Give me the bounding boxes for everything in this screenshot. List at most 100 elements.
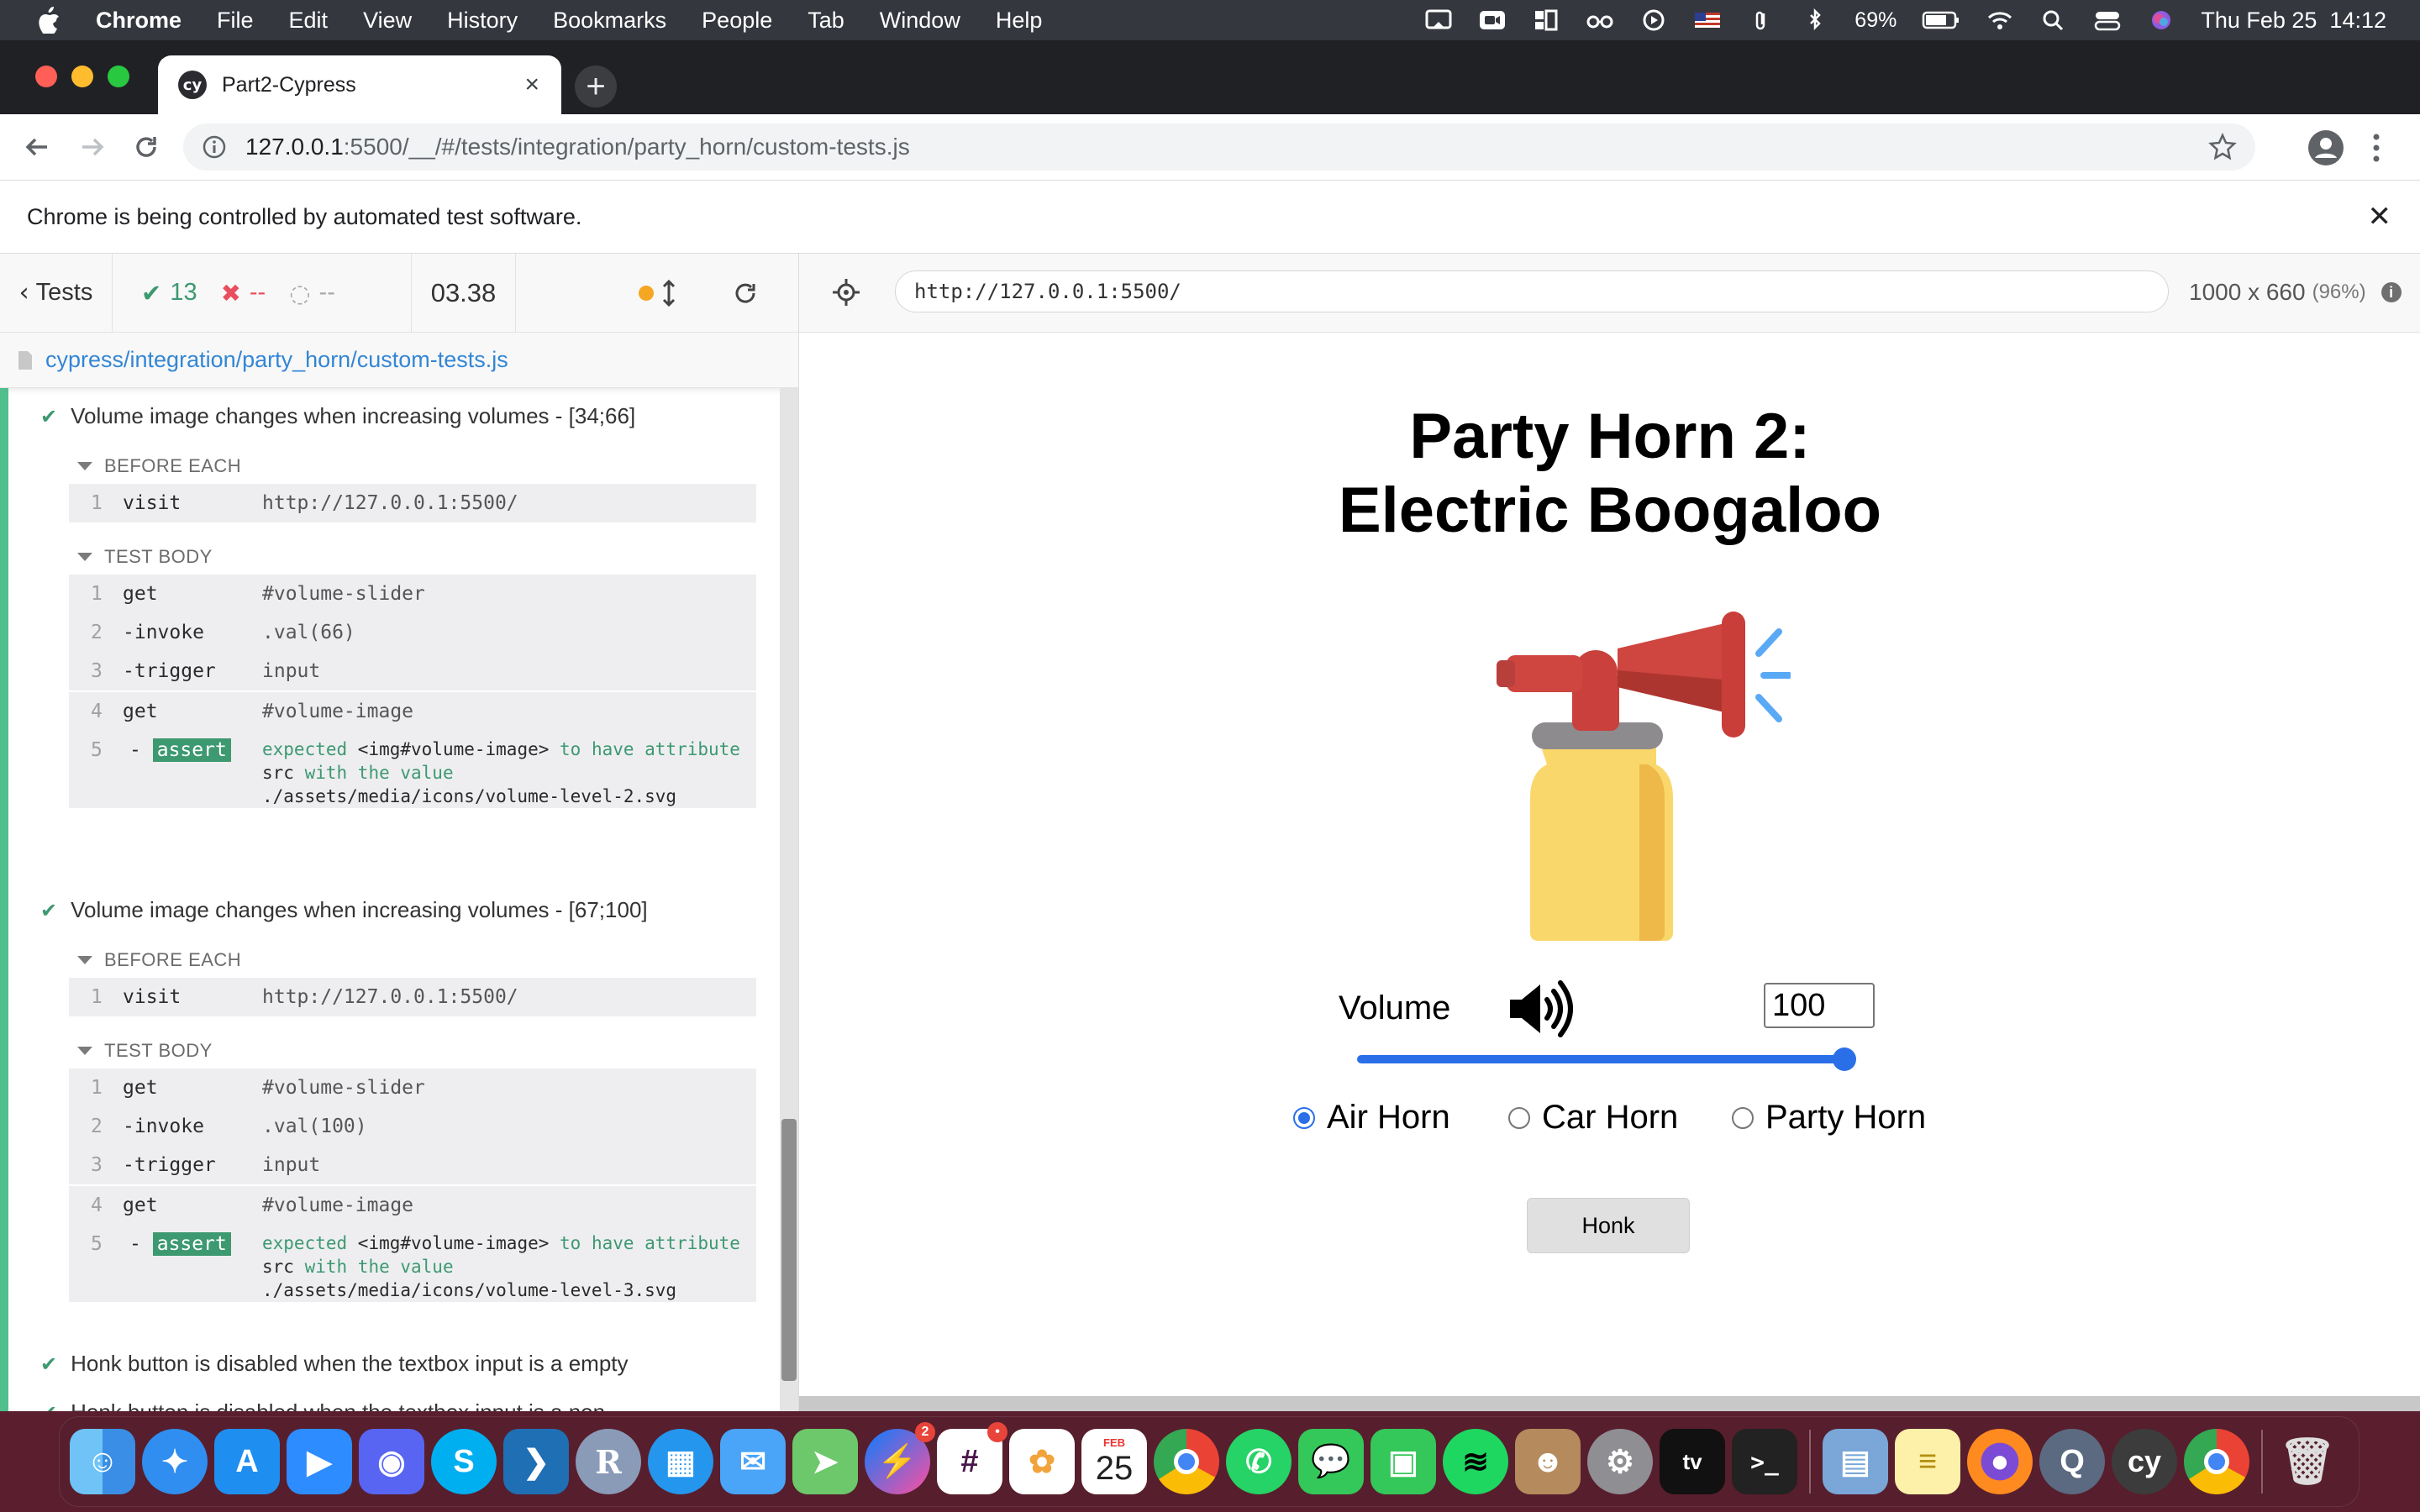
menu-history[interactable]: History	[447, 8, 518, 34]
menu-window[interactable]: Window	[880, 8, 960, 34]
hook-before-each-1[interactable]: BEFORE EACH	[77, 455, 241, 477]
viewport-info[interactable]: 1000 x 660 (96%) i	[2189, 279, 2402, 306]
test-title-3[interactable]: ✔ Honk button is disabled when the textbo…	[40, 1351, 629, 1377]
volume-slider-thumb[interactable]	[1833, 1047, 1856, 1071]
command-row[interactable]: 1 visit http://127.0.0.1:5500/	[69, 484, 756, 522]
trash-icon[interactable]: 🗑	[2275, 1429, 2340, 1494]
zoom-app-icon[interactable]: ▶	[287, 1429, 352, 1494]
system-preferences-icon[interactable]: ⚙	[1587, 1429, 1653, 1494]
docker-icon[interactable]: ▦	[648, 1429, 713, 1494]
slack-icon[interactable]: # •	[937, 1422, 1007, 1494]
paperclip-icon[interactable]	[1747, 8, 1776, 32]
zoom-icon[interactable]	[1478, 8, 1507, 32]
menu-view[interactable]: View	[363, 8, 412, 34]
whatsapp-icon[interactable]: ✆	[1226, 1429, 1292, 1494]
apple-tv-icon[interactable]: tv	[1660, 1429, 1725, 1494]
command-row[interactable]: 3 -trigger input	[69, 1146, 756, 1184]
us-flag-icon[interactable]	[1693, 8, 1722, 32]
volume-slider[interactable]	[1357, 1047, 1856, 1072]
messenger-icon[interactable]: ⚡ 2	[865, 1422, 935, 1494]
spotlight-search-icon[interactable]	[2039, 8, 2068, 32]
apple-menu-icon[interactable]	[37, 7, 60, 34]
browser-tab-active[interactable]: cy Part2-Cypress ×	[158, 55, 561, 114]
test-title-2[interactable]: ✔ Volume image changes when increasing vo…	[40, 897, 648, 923]
clock-datetime[interactable]: Thu Feb 25 14:12	[2201, 8, 2386, 34]
bluetooth-icon[interactable]	[1801, 8, 1829, 32]
hook-before-each-2[interactable]: BEFORE EACH	[77, 949, 241, 971]
forward-icon[interactable]	[76, 130, 109, 164]
command-row[interactable]: 4 get #volume-image	[69, 1186, 756, 1225]
app-store-icon[interactable]: A	[214, 1429, 280, 1494]
radio-party-horn[interactable]: Party Horn	[1732, 1099, 1926, 1137]
close-window-button[interactable]	[35, 66, 57, 87]
radio-air-horn[interactable]: Air Horn	[1293, 1099, 1450, 1137]
r-app-icon[interactable]: R	[576, 1429, 641, 1494]
reporter-scrollbar-thumb[interactable]	[781, 1119, 797, 1381]
reload-icon[interactable]	[129, 130, 163, 164]
tab-close-icon[interactable]: ×	[524, 71, 539, 99]
quicktime-icon[interactable]: Q	[2039, 1429, 2105, 1494]
preview-icon[interactable]: ▤	[1823, 1429, 1888, 1494]
assert-command-row[interactable]: 5 - assert expected <img#volume-image> t…	[69, 1225, 756, 1302]
calendar-icon[interactable]: FEB 25	[1081, 1429, 1147, 1494]
auto-scroll-toggle[interactable]	[639, 280, 676, 307]
menu-edit[interactable]: Edit	[289, 8, 329, 34]
contacts-icon[interactable]: ☻	[1515, 1429, 1581, 1494]
menu-tab[interactable]: Tab	[808, 8, 844, 34]
infobar-close-icon[interactable]: ✕	[2368, 200, 2392, 234]
spotify-icon[interactable]: ≋	[1443, 1429, 1508, 1494]
pending-stat[interactable]: ◌ --	[289, 279, 335, 307]
hook-test-body-1[interactable]: TEST BODY	[77, 546, 213, 568]
messages-icon[interactable]: 💬	[1298, 1429, 1364, 1494]
assert-command-row[interactable]: 5 - assert expected <img#volume-image> t…	[69, 731, 756, 808]
radio-car-horn[interactable]: Car Horn	[1508, 1099, 1678, 1137]
radio-button[interactable]	[1732, 1106, 1754, 1129]
minimize-window-button[interactable]	[71, 66, 93, 87]
test-title-1[interactable]: ✔ Volume image changes when increasing vo…	[40, 403, 635, 429]
site-info-icon[interactable]	[202, 134, 227, 160]
command-row[interactable]: 1 get #volume-slider	[69, 575, 756, 613]
screen-share-icon[interactable]	[1424, 8, 1453, 32]
battery-icon[interactable]	[1922, 8, 1960, 32]
selector-playground-icon[interactable]	[831, 277, 861, 307]
wifi-icon[interactable]	[1986, 8, 2014, 32]
menu-bookmarks[interactable]: Bookmarks	[553, 8, 666, 34]
finder-icon[interactable]: ☺	[70, 1429, 135, 1494]
command-row[interactable]: 1 get #volume-slider	[69, 1068, 756, 1107]
vscode-icon[interactable]: ❯	[503, 1429, 569, 1494]
firefox-icon[interactable]: ●	[1967, 1429, 2033, 1494]
magnet-icon[interactable]	[1532, 8, 1560, 32]
discord-icon[interactable]: ◉	[359, 1429, 424, 1494]
terminal-icon[interactable]: >_	[1732, 1429, 1797, 1494]
profile-avatar-icon[interactable]	[2307, 129, 2344, 166]
play-icon[interactable]	[1639, 8, 1668, 32]
siri-icon[interactable]	[2147, 8, 2175, 32]
passed-stat[interactable]: ✔ 13	[141, 279, 197, 307]
command-row[interactable]: 1 visit http://127.0.0.1:5500/	[69, 978, 756, 1016]
menu-chrome[interactable]: Chrome	[96, 8, 182, 34]
command-row[interactable]: 4 get #volume-image	[69, 692, 756, 731]
menu-people[interactable]: People	[702, 8, 772, 34]
menu-file[interactable]: File	[217, 8, 254, 34]
info-icon[interactable]: i	[2381, 282, 2402, 302]
honk-button[interactable]: Honk	[1527, 1198, 1690, 1253]
command-row[interactable]: 2 -invoke .val(66)	[69, 613, 756, 652]
test-title-4[interactable]: ✔ Honk button is disabled when the textbo…	[40, 1399, 613, 1411]
rerun-tests-icon[interactable]	[733, 281, 758, 306]
photos-icon[interactable]: ✿	[1009, 1429, 1075, 1494]
chrome-icon-2[interactable]	[2184, 1429, 2249, 1494]
control-center-icon[interactable]	[2093, 8, 2122, 32]
command-row[interactable]: 2 -invoke .val(100)	[69, 1107, 756, 1146]
command-row[interactable]: 3 -trigger input	[69, 652, 756, 690]
menu-help[interactable]: Help	[996, 8, 1043, 34]
aut-url-bar[interactable]: http://127.0.0.1:5500/	[895, 270, 2169, 312]
spec-file-path[interactable]: cypress/integration/party_horn/custom-te…	[0, 333, 798, 388]
facetime-icon[interactable]: ▣	[1370, 1429, 1436, 1494]
hook-test-body-2[interactable]: TEST BODY	[77, 1040, 213, 1062]
chrome-menu-icon[interactable]	[2371, 133, 2381, 163]
notes-icon[interactable]: ≡	[1895, 1429, 1960, 1494]
tests-back-button[interactable]: ‹ Tests	[0, 253, 113, 333]
bookmark-star-icon[interactable]	[2208, 132, 2237, 161]
failed-stat[interactable]: ✖ --	[221, 279, 266, 307]
mail-icon[interactable]: ✉	[720, 1429, 786, 1494]
